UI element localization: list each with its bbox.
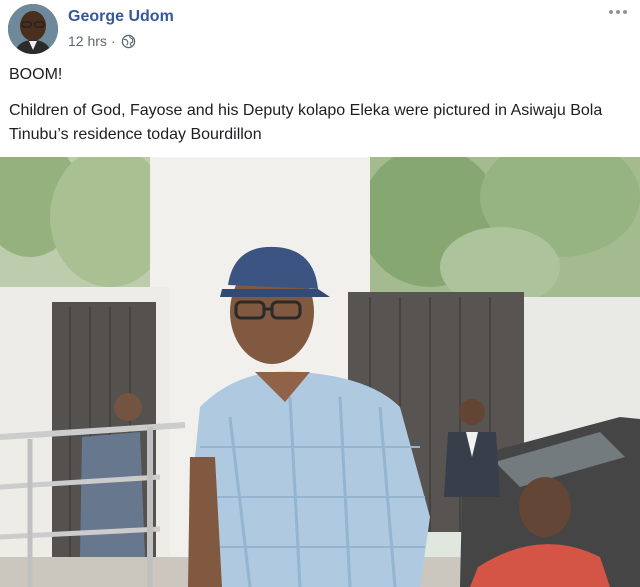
post-header: George Udom 12 hrs · — [0, 0, 640, 60]
facebook-post: George Udom 12 hrs · BOOM! Children of G… — [0, 0, 640, 587]
author-name[interactable]: George Udom — [68, 8, 174, 26]
globe-icon — [121, 34, 136, 49]
post-text-line-1: BOOM! — [9, 66, 63, 83]
meta-separator: · — [110, 33, 116, 49]
post-meta: 12 hrs · — [68, 33, 136, 49]
more-options-icon[interactable] — [604, 2, 632, 22]
author-avatar[interactable] — [8, 4, 58, 54]
post-photo[interactable] — [0, 157, 640, 587]
post-timestamp[interactable]: 12 hrs — [68, 33, 107, 49]
post-text-line-2: Children of God, Fayose and his Deputy k… — [9, 102, 603, 143]
